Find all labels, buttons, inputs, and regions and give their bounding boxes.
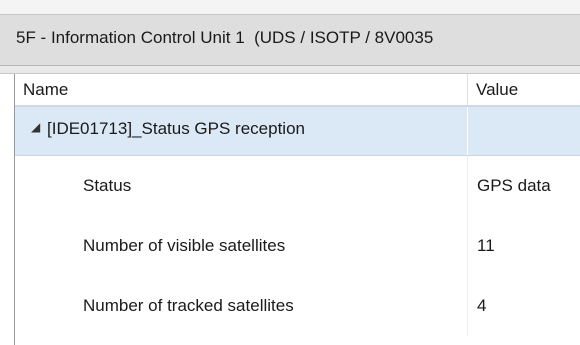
column-header-row: Name Value	[15, 74, 580, 106]
column-separator	[467, 216, 468, 276]
triangle-expanded-icon[interactable]: ◢	[31, 120, 40, 134]
column-separator	[467, 107, 468, 155]
table-row[interactable]: Number of visible satellites 11	[15, 216, 580, 276]
row-name: Status	[83, 176, 132, 195]
row-value: GPS data	[477, 176, 551, 195]
row-value: 11	[477, 236, 495, 255]
table-row[interactable]: Number of tracked satellites 4	[15, 276, 580, 336]
row-name: Number of visible satellites	[83, 236, 286, 255]
measurement-grid: Name Value ◢ [IDE01713]_Status GPS recep…	[14, 74, 580, 345]
window-title: 5F - Information Control Unit 1 (UDS / I…	[16, 28, 434, 47]
column-header-name[interactable]: Name	[15, 74, 467, 105]
diagnostic-window: 5F - Information Control Unit 1 (UDS / I…	[0, 0, 580, 345]
title-bar: 5F - Information Control Unit 1 (UDS / I…	[0, 14, 580, 66]
table-row[interactable]: Status GPS data	[15, 156, 580, 216]
window-top-margin	[0, 0, 580, 14]
column-separator	[467, 276, 468, 336]
title-bar-divider	[0, 66, 580, 74]
group-label: [IDE01713]_Status GPS reception	[47, 119, 305, 138]
row-value: 4	[477, 296, 487, 315]
column-header-value[interactable]: Value	[467, 74, 580, 105]
row-name: Number of tracked satellites	[83, 296, 294, 315]
column-separator	[467, 156, 468, 216]
group-row-status-gps-reception[interactable]: ◢ [IDE01713]_Status GPS reception	[15, 106, 580, 156]
